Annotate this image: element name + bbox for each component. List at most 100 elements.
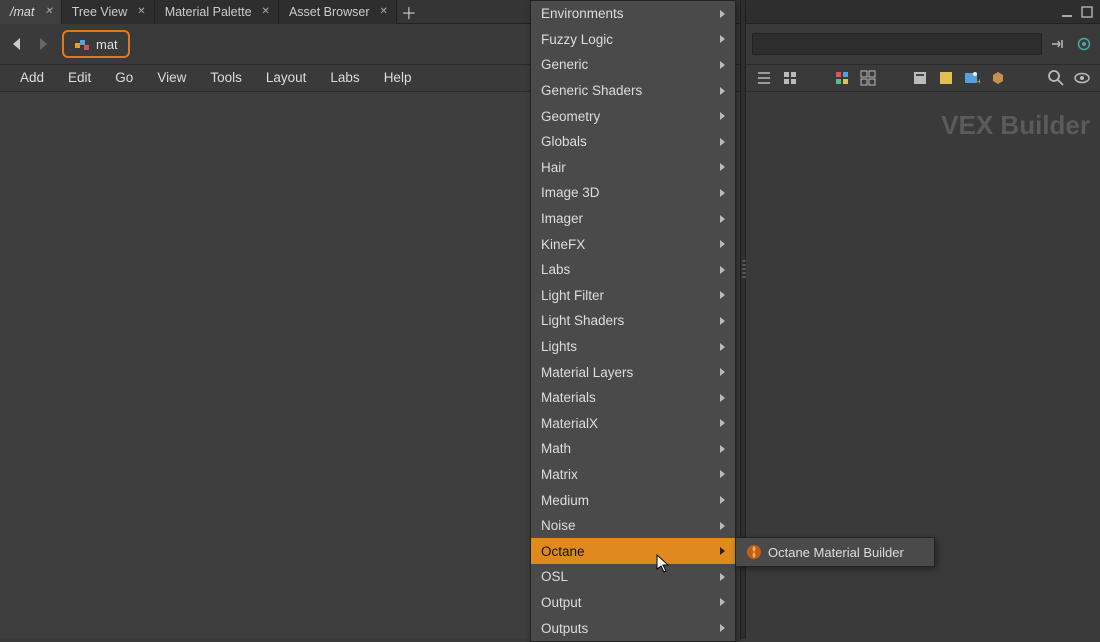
submenu-arrow-icon <box>720 394 725 402</box>
close-icon[interactable]: ✕ <box>44 6 52 17</box>
submenu-arrow-icon <box>720 598 725 606</box>
menu-item-label: Math <box>541 441 571 456</box>
menu-item-label: Generic Shaders <box>541 83 642 98</box>
octane-submenu[interactable]: Octane Material Builder <box>735 537 935 567</box>
menu-item-label: Hair <box>541 160 566 175</box>
box-icon[interactable] <box>988 68 1008 88</box>
menu-item-label: Output <box>541 595 582 610</box>
menu-go[interactable]: Go <box>103 64 145 92</box>
menu-item-globals[interactable]: Globals <box>531 129 735 155</box>
octane-icon <box>746 544 762 560</box>
menu-item-light-shaders[interactable]: Light Shaders <box>531 308 735 334</box>
submenu-arrow-icon <box>720 215 725 223</box>
menu-labs[interactable]: Labs <box>318 64 371 92</box>
menu-item-label: Lights <box>541 339 577 354</box>
grid-view-icon[interactable] <box>780 68 800 88</box>
menu-item-label: Material Layers <box>541 365 633 380</box>
menu-item-kinefx[interactable]: KineFX <box>531 231 735 257</box>
image-add-icon[interactable]: + <box>962 68 982 88</box>
submenu-arrow-icon <box>720 189 725 197</box>
tab-label: Tree View <box>72 5 128 19</box>
submenu-item-octane-material-builder[interactable]: Octane Material Builder <box>736 540 934 564</box>
menu-item-labs[interactable]: Labs <box>531 257 735 283</box>
tab-mat[interactable]: /mat ✕ <box>0 0 62 24</box>
menu-item-materials[interactable]: Materials <box>531 385 735 411</box>
menu-item-generic-shaders[interactable]: Generic Shaders <box>531 78 735 104</box>
spread-icon[interactable] <box>858 68 878 88</box>
submenu-arrow-icon <box>720 266 725 274</box>
menu-item-image-3d[interactable]: Image 3D <box>531 180 735 206</box>
menu-item-light-filter[interactable]: Light Filter <box>531 283 735 309</box>
menu-item-label: Light Shaders <box>541 313 624 328</box>
search-icon[interactable] <box>1046 68 1066 88</box>
menu-item-medium[interactable]: Medium <box>531 487 735 513</box>
submenu-arrow-icon <box>720 573 725 581</box>
menu-item-label: Outputs <box>541 621 588 636</box>
close-icon[interactable]: ✕ <box>137 6 145 17</box>
close-icon[interactable]: ✕ <box>380 6 388 17</box>
menu-item-output[interactable]: Output <box>531 590 735 616</box>
submenu-arrow-icon <box>720 419 725 427</box>
menu-item-materialx[interactable]: MaterialX <box>531 411 735 437</box>
tab-tree-view[interactable]: Tree View ✕ <box>62 0 155 24</box>
menu-item-label: Labs <box>541 262 570 277</box>
menu-view[interactable]: View <box>145 64 198 92</box>
menu-item-osl[interactable]: OSL <box>531 564 735 590</box>
submenu-arrow-icon <box>720 240 725 248</box>
path-name: mat <box>96 37 118 52</box>
menu-layout[interactable]: Layout <box>254 64 319 92</box>
menu-item-outputs[interactable]: Outputs <box>531 615 735 641</box>
submenu-arrow-icon <box>720 163 725 171</box>
pin-button[interactable] <box>1048 34 1068 54</box>
menu-tools[interactable]: Tools <box>198 64 254 92</box>
color-grid-icon[interactable] <box>832 68 852 88</box>
target-button[interactable] <box>1074 34 1094 54</box>
menu-item-environments[interactable]: Environments <box>531 1 735 27</box>
tab-material-palette[interactable]: Material Palette ✕ <box>155 0 279 24</box>
sticky-note-icon[interactable] <box>936 68 956 88</box>
menu-item-math[interactable]: Math <box>531 436 735 462</box>
menu-item-fuzzy-logic[interactable]: Fuzzy Logic <box>531 27 735 53</box>
node-info-icon[interactable] <box>910 68 930 88</box>
submenu-arrow-icon <box>720 547 725 555</box>
path-chip[interactable]: mat <box>62 30 130 58</box>
tab-label: Asset Browser <box>289 5 370 19</box>
menu-item-label: Octane <box>541 544 585 559</box>
menu-edit[interactable]: Edit <box>56 64 103 92</box>
menu-item-label: Materials <box>541 390 596 405</box>
add-tab-button[interactable]: ＋ <box>397 0 421 24</box>
svg-text:+: + <box>977 77 980 86</box>
submenu-arrow-icon <box>720 317 725 325</box>
menu-item-hair[interactable]: Hair <box>531 155 735 181</box>
tab-asset-browser[interactable]: Asset Browser ✕ <box>279 0 397 24</box>
nav-forward-button[interactable] <box>32 33 54 55</box>
menu-item-label: Generic <box>541 57 588 72</box>
right-tab-bar <box>746 0 1100 24</box>
vex-builder-watermark: VEX Builder <box>941 110 1090 141</box>
menu-add[interactable]: Add <box>8 64 56 92</box>
menu-item-geometry[interactable]: Geometry <box>531 103 735 129</box>
tab-menu-dropdown[interactable]: EnvironmentsFuzzy Logic Generic Generic Sh… <box>530 0 736 642</box>
menu-item-lights[interactable]: Lights <box>531 334 735 360</box>
minimize-icon[interactable] <box>1060 5 1074 19</box>
menu-item-label: Globals <box>541 134 587 149</box>
nav-back-button[interactable] <box>6 33 28 55</box>
menu-item-label: Matrix <box>541 467 578 482</box>
menu-item-imager[interactable]: Imager <box>531 206 735 232</box>
menu-item-matrix[interactable]: Matrix <box>531 462 735 488</box>
menu-item-noise[interactable]: Noise <box>531 513 735 539</box>
menu-item-label: Noise <box>541 518 576 533</box>
submenu-arrow-icon <box>720 445 725 453</box>
close-icon[interactable]: ✕ <box>262 6 270 17</box>
menu-item-octane[interactable]: Octane <box>531 538 735 564</box>
node-path-dropdown[interactable] <box>752 33 1042 55</box>
menu-item-label: KineFX <box>541 237 585 252</box>
menu-help[interactable]: Help <box>372 64 424 92</box>
maximize-icon[interactable] <box>1080 5 1094 19</box>
list-view-icon[interactable] <box>754 68 774 88</box>
submenu-arrow-icon <box>720 522 725 530</box>
menu-item-material-layers[interactable]: Material Layers <box>531 359 735 385</box>
tab-label: /mat <box>10 5 34 19</box>
menu-item-generic[interactable]: Generic <box>531 52 735 78</box>
eye-icon[interactable] <box>1072 68 1092 88</box>
